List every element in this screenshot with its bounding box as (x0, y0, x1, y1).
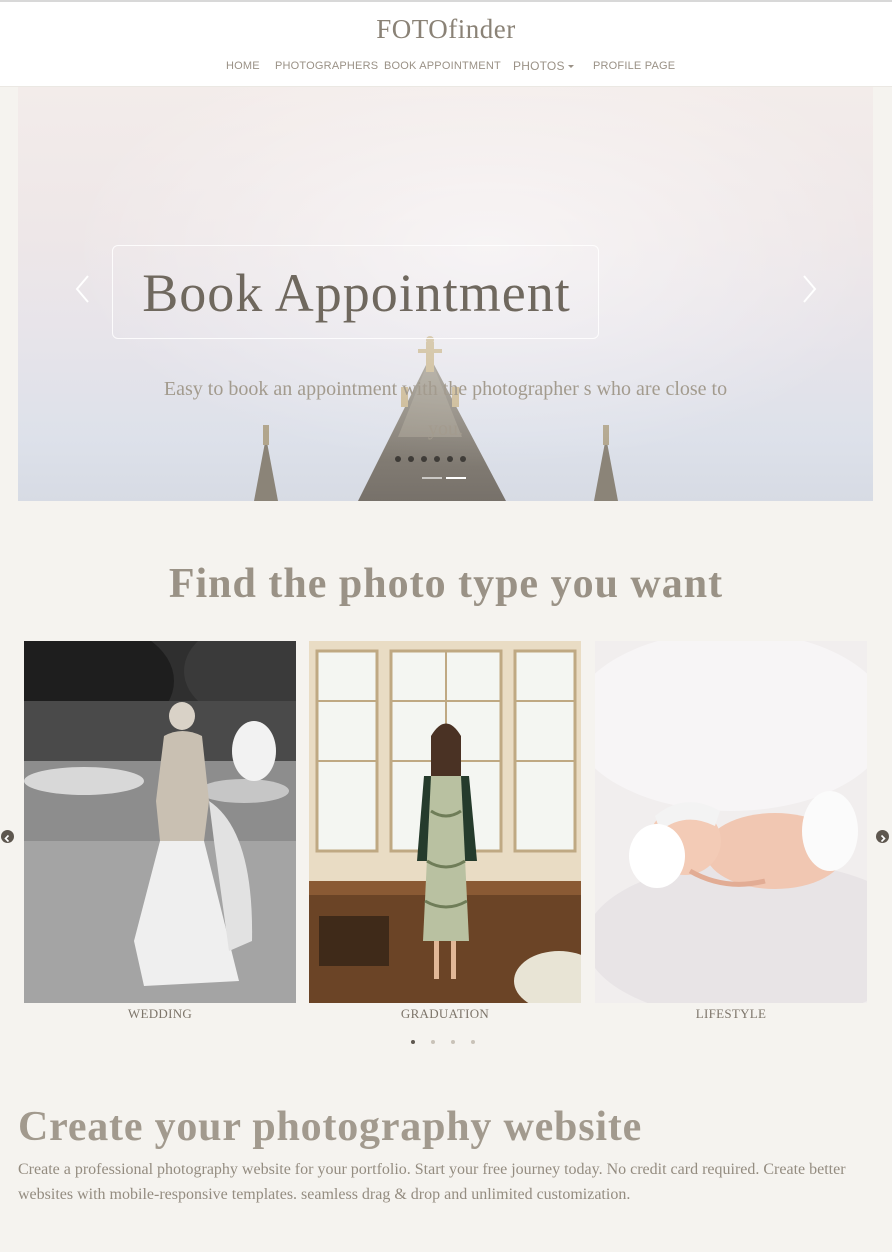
brand-logo[interactable]: FOTOfinder (0, 14, 892, 45)
main-nav: HOME PHOTOGRAPHERS BOOK APPOINTMENT PHOT… (0, 59, 892, 80)
hero-subtitle: Easy to book an appointment with the pho… (163, 378, 728, 440)
photo-card-lifestyle[interactable] (595, 641, 867, 1003)
chevron-left-icon (4, 834, 10, 843)
card-label-graduation: GRADUATION (400, 1006, 490, 1021)
nav-profile-page[interactable]: PROFILE PAGE (593, 60, 675, 72)
gallery-prev-button[interactable] (1, 830, 14, 843)
photo-card-graduation[interactable] (309, 641, 581, 1003)
hero-title: Book Appointment (142, 263, 571, 323)
carousel-prev-icon[interactable] (72, 272, 94, 306)
carousel-indicator-active[interactable] (446, 477, 466, 479)
nav-book-appointment[interactable]: BOOK APPOINTMENT (384, 60, 501, 72)
nav-home[interactable]: HOME (226, 60, 260, 72)
pagination-dot[interactable] (411, 1040, 415, 1044)
pagination-dot[interactable] (431, 1040, 435, 1044)
caret-down-icon (567, 65, 574, 69)
chevron-right-icon (880, 834, 886, 843)
nav-photos-label: PHOTOS (513, 59, 565, 73)
section-title-website: Create your photography website (18, 1104, 643, 1150)
nav-photos-dropdown[interactable]: PHOTOS (513, 59, 574, 73)
pagination-dot[interactable] (471, 1040, 475, 1044)
gallery-pagination (411, 1040, 481, 1046)
wedding-photo (24, 641, 296, 1003)
section-title-photo-types: Find the photo type you want (168, 561, 724, 607)
section-text-website: Create a professional photography websit… (18, 1161, 846, 1203)
photo-card-wedding[interactable] (24, 641, 296, 1003)
site-header: FOTOfinder HOME PHOTOGRAPHERS BOOK APPOI… (0, 2, 892, 87)
graduation-photo (309, 641, 581, 1003)
pagination-dot[interactable] (451, 1040, 455, 1044)
carousel-next-icon[interactable] (798, 272, 820, 306)
carousel-indicator[interactable] (422, 477, 442, 479)
hero-carousel: Book Appointment Easy to book an appoint… (18, 87, 873, 501)
hero-title-box: Book Appointment (112, 245, 599, 339)
carousel-indicators (422, 477, 468, 480)
card-label-lifestyle: LIFESTYLE (695, 1006, 767, 1021)
nav-photographers[interactable]: PHOTOGRAPHERS (275, 60, 378, 72)
lifestyle-photo (595, 641, 867, 1003)
gallery-next-button[interactable] (876, 830, 889, 843)
card-label-wedding: WEDDING (127, 1006, 193, 1021)
